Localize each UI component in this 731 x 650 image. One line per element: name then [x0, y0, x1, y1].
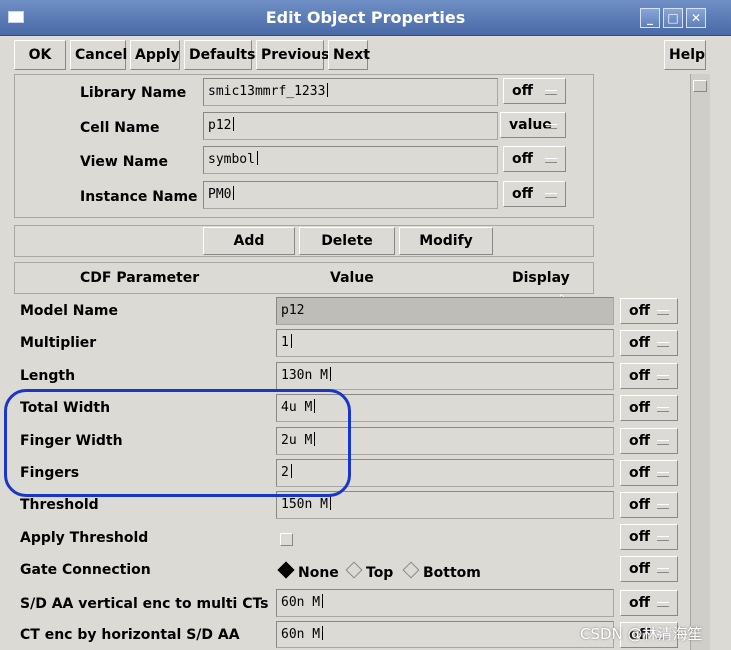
- previous-button[interactable]: Previous: [256, 40, 330, 70]
- threshold-display-select[interactable]: off: [620, 492, 678, 518]
- gate-bottom-radio[interactable]: Bottom: [402, 561, 481, 581]
- minimize-button[interactable]: _: [640, 8, 660, 28]
- length-field[interactable]: 130n M: [276, 362, 614, 390]
- multiplier-field[interactable]: 1: [276, 329, 614, 357]
- ok-button[interactable]: OK: [14, 40, 66, 70]
- gate-top-radio[interactable]: Top: [345, 561, 393, 581]
- modify-button[interactable]: Modify: [399, 227, 493, 255]
- threshold-label: Threshold: [20, 497, 99, 513]
- apply-threshold-label: Apply Threshold: [20, 530, 149, 546]
- radio-unselected-icon: [345, 561, 363, 579]
- maximize-button[interactable]: □: [663, 8, 683, 28]
- view-name-display-select[interactable]: off: [503, 146, 566, 172]
- ct-enc-horizontal-label: CT enc by horizontal S/D AA: [20, 627, 240, 643]
- ct-enc-horizontal-field[interactable]: 60n M: [276, 621, 614, 648]
- radio-selected-icon: [277, 561, 295, 579]
- multiplier-display-select[interactable]: off: [620, 330, 678, 356]
- watermark: CSDN @林清海笙: [580, 625, 703, 643]
- fingers-display-select[interactable]: off: [620, 460, 678, 486]
- cell-name-label: Cell Name: [80, 120, 160, 136]
- radio-unselected-icon: [402, 561, 420, 579]
- finger-width-display-select[interactable]: off: [620, 428, 678, 454]
- vertical-scrollbar[interactable]: [690, 74, 710, 650]
- gate-connection-label: Gate Connection: [20, 562, 151, 578]
- library-name-label: Library Name: [80, 85, 187, 101]
- annotation-highlight: [4, 389, 351, 497]
- model-name-display-select[interactable]: off: [620, 298, 678, 324]
- cdf-parameter-header: CDF Parameter: [80, 270, 200, 286]
- value-header: Value: [330, 270, 374, 286]
- apply-button[interactable]: Apply: [130, 40, 180, 70]
- apply-threshold-checkbox[interactable]: [280, 533, 293, 546]
- delete-button[interactable]: Delete: [299, 227, 395, 255]
- total-width-display-select[interactable]: off: [620, 395, 678, 421]
- model-name-field: p12: [276, 297, 614, 325]
- cell-name-display-select[interactable]: value: [500, 112, 566, 138]
- sd-aa-vertical-enc-field[interactable]: 60n M: [276, 589, 614, 617]
- scroll-up-arrow-icon[interactable]: [693, 80, 707, 92]
- length-display-select[interactable]: off: [620, 363, 678, 389]
- cell-name-field[interactable]: p12: [203, 112, 498, 140]
- view-name-label: View Name: [80, 154, 168, 170]
- instance-name-label: Instance Name: [80, 189, 198, 205]
- sd-aa-vertical-enc-display-select[interactable]: off: [620, 590, 678, 616]
- close-button[interactable]: ✕: [686, 8, 706, 28]
- help-button[interactable]: Help: [664, 40, 706, 70]
- window-title: Edit Object Properties: [265, 8, 466, 27]
- instance-name-field[interactable]: PM0: [203, 181, 498, 209]
- library-name-display-select[interactable]: off: [503, 78, 566, 104]
- model-name-label: Model Name: [20, 303, 118, 319]
- apply-threshold-display-select[interactable]: off: [620, 524, 678, 550]
- gate-connection-display-select[interactable]: off: [620, 556, 678, 582]
- library-name-field[interactable]: smic13mmrf_1233: [203, 78, 498, 106]
- add-button[interactable]: Add: [203, 227, 295, 255]
- cancel-button[interactable]: Cancel: [70, 40, 127, 70]
- display-header: Display: [512, 270, 570, 286]
- instance-name-display-select[interactable]: off: [503, 181, 566, 207]
- next-button[interactable]: Next: [328, 40, 370, 70]
- length-label: Length: [20, 368, 76, 384]
- view-name-field[interactable]: symbol: [203, 146, 498, 174]
- defaults-button[interactable]: Defaults: [184, 40, 255, 70]
- gate-none-radio[interactable]: None: [277, 561, 339, 581]
- sd-aa-vertical-enc-label: S/D AA vertical enc to multi CTs: [20, 596, 269, 612]
- multiplier-label: Multiplier: [20, 335, 97, 351]
